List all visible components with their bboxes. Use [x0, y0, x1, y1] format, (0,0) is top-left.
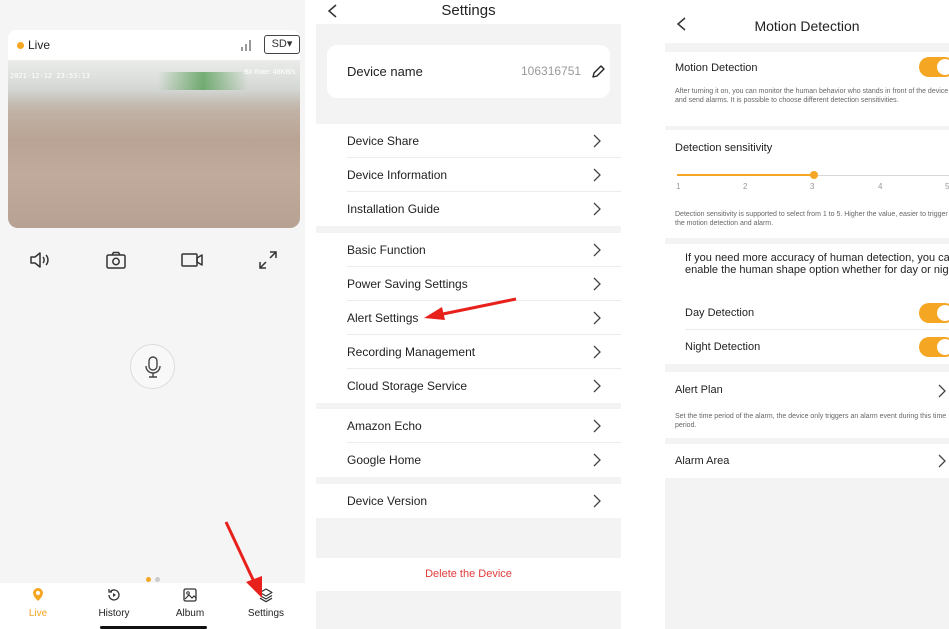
- alarm-area-label: Alarm Area: [675, 455, 730, 467]
- chevron-right-icon: [593, 243, 601, 257]
- sensitivity-tick: 5: [945, 182, 949, 191]
- night-detection-label: Night Detection: [685, 341, 761, 353]
- video-bitrate: Bit Rate: 48KB/s: [244, 69, 296, 76]
- motion-detection-description: After turning it on, you can monitor the…: [675, 88, 949, 104]
- settings-item-amazon-echo[interactable]: Amazon Echo: [316, 409, 621, 443]
- motion-detection-toggle[interactable]: [919, 57, 949, 77]
- chevron-right-icon: [593, 419, 601, 433]
- tab-label: Album: [175, 608, 205, 619]
- chevron-right-icon: [593, 311, 601, 325]
- live-header: Live SD▾: [8, 30, 300, 60]
- speaker-icon[interactable]: [28, 248, 52, 272]
- motion-header: Motion Detection: [665, 0, 949, 43]
- chevron-right-icon: [593, 277, 601, 291]
- settings-header: Settings: [316, 0, 621, 24]
- device-name-card[interactable]: Device name 106316751: [327, 45, 610, 98]
- settings-item-cloud-storage[interactable]: Cloud Storage Service: [316, 369, 621, 403]
- chevron-right-icon: [938, 454, 946, 468]
- tab-album[interactable]: Album: [152, 583, 228, 629]
- settings-item-installation-guide[interactable]: Installation Guide: [316, 192, 621, 226]
- night-detection-toggle[interactable]: [919, 337, 949, 357]
- tab-label: Live: [28, 608, 48, 619]
- chevron-right-icon: [593, 134, 601, 148]
- sensitivity-tick: 3: [810, 182, 815, 191]
- settings-item-recording-management[interactable]: Recording Management: [316, 335, 621, 369]
- live-view-panel: Live SD▾ 2021-12-12 23:53:13 Bit Rate: 4…: [0, 0, 305, 629]
- sensitivity-slider-fill: [677, 174, 814, 176]
- sensitivity-tick: 1: [676, 182, 681, 191]
- chevron-right-icon: [593, 345, 601, 359]
- microphone-button[interactable]: [130, 344, 175, 389]
- motion-detection-panel: Motion Detection Motion Detection After …: [665, 0, 949, 629]
- sensitivity-label: Detection sensitivity: [675, 142, 773, 154]
- settings-group-integrations: Amazon Echo Google Home: [316, 409, 621, 477]
- chevron-right-icon: [593, 202, 601, 216]
- day-detection-label: Day Detection: [685, 307, 755, 319]
- delete-device-button[interactable]: Delete the Device: [316, 558, 621, 591]
- chevron-right-icon: [593, 379, 601, 393]
- chevron-right-icon: [593, 494, 601, 508]
- edit-pencil-icon[interactable]: [590, 64, 606, 80]
- chevron-right-icon: [593, 453, 601, 467]
- microphone-icon: [145, 356, 161, 378]
- sensitivity-tick: 4: [878, 182, 883, 191]
- sensitivity-tick: 2: [743, 182, 748, 191]
- day-detection-toggle[interactable]: [919, 303, 949, 323]
- fullscreen-icon[interactable]: [256, 248, 280, 272]
- tab-label: Settings: [247, 608, 285, 619]
- album-icon: [183, 588, 197, 602]
- signal-strength-icon: [241, 40, 253, 51]
- annotation-arrow-settings: [224, 521, 262, 598]
- device-name-label: Device name: [347, 64, 423, 79]
- settings-group-sharing: Device Share Device Information Installa…: [316, 124, 621, 226]
- motion-detection-section: Motion Detection After turning it on, yo…: [665, 52, 949, 126]
- alert-plan-description: Set the time period of the alarm, the de…: [675, 413, 947, 429]
- live-status-dot: [17, 42, 24, 49]
- settings-item-basic-function[interactable]: Basic Function: [316, 233, 621, 267]
- tab-label: History: [98, 608, 130, 619]
- settings-item-device-version[interactable]: Device Version: [316, 484, 621, 518]
- history-icon: [108, 589, 120, 601]
- live-video-feed[interactable]: [8, 60, 300, 228]
- device-name-value: 106316751: [521, 64, 582, 78]
- video-timestamp: 2021-12-12 23:53:13: [10, 72, 91, 80]
- settings-item-device-share[interactable]: Device Share: [316, 124, 621, 158]
- quality-selector[interactable]: SD▾: [264, 35, 300, 54]
- sensitivity-slider-thumb[interactable]: [810, 171, 818, 179]
- settings-item-google-home[interactable]: Google Home: [316, 443, 621, 477]
- human-shape-description: If you need more accuracy of human detec…: [685, 252, 949, 276]
- live-status-label: Live: [28, 38, 51, 52]
- alert-plan-label: Alert Plan: [675, 384, 723, 396]
- human-detection-rows: Day Detection Night Detection: [665, 296, 949, 364]
- settings-item-device-information[interactable]: Device Information: [316, 158, 621, 192]
- tab-live[interactable]: Live: [0, 583, 76, 629]
- page-title: Settings: [441, 2, 496, 19]
- settings-group-version: Device Version: [316, 484, 621, 518]
- video-record-icon[interactable]: [180, 248, 204, 272]
- annotation-arrow-alert: [424, 297, 517, 320]
- alert-plan-section[interactable]: Alert Plan Set the time period of the al…: [665, 372, 949, 438]
- alarm-area-row[interactable]: Alarm Area: [665, 444, 949, 478]
- motion-detection-label: Motion Detection: [675, 62, 758, 74]
- page-title: Motion Detection: [754, 18, 860, 34]
- tab-history[interactable]: History: [76, 583, 152, 629]
- chevron-right-icon: [593, 168, 601, 182]
- camera-snapshot-icon[interactable]: [104, 248, 128, 272]
- location-pin-icon: [33, 588, 43, 601]
- sensitivity-description: Detection sensitivity is supported to se…: [675, 211, 948, 227]
- sensitivity-section: Detection sensitivity Detection sensitiv…: [665, 130, 949, 238]
- chevron-right-icon: [938, 384, 946, 398]
